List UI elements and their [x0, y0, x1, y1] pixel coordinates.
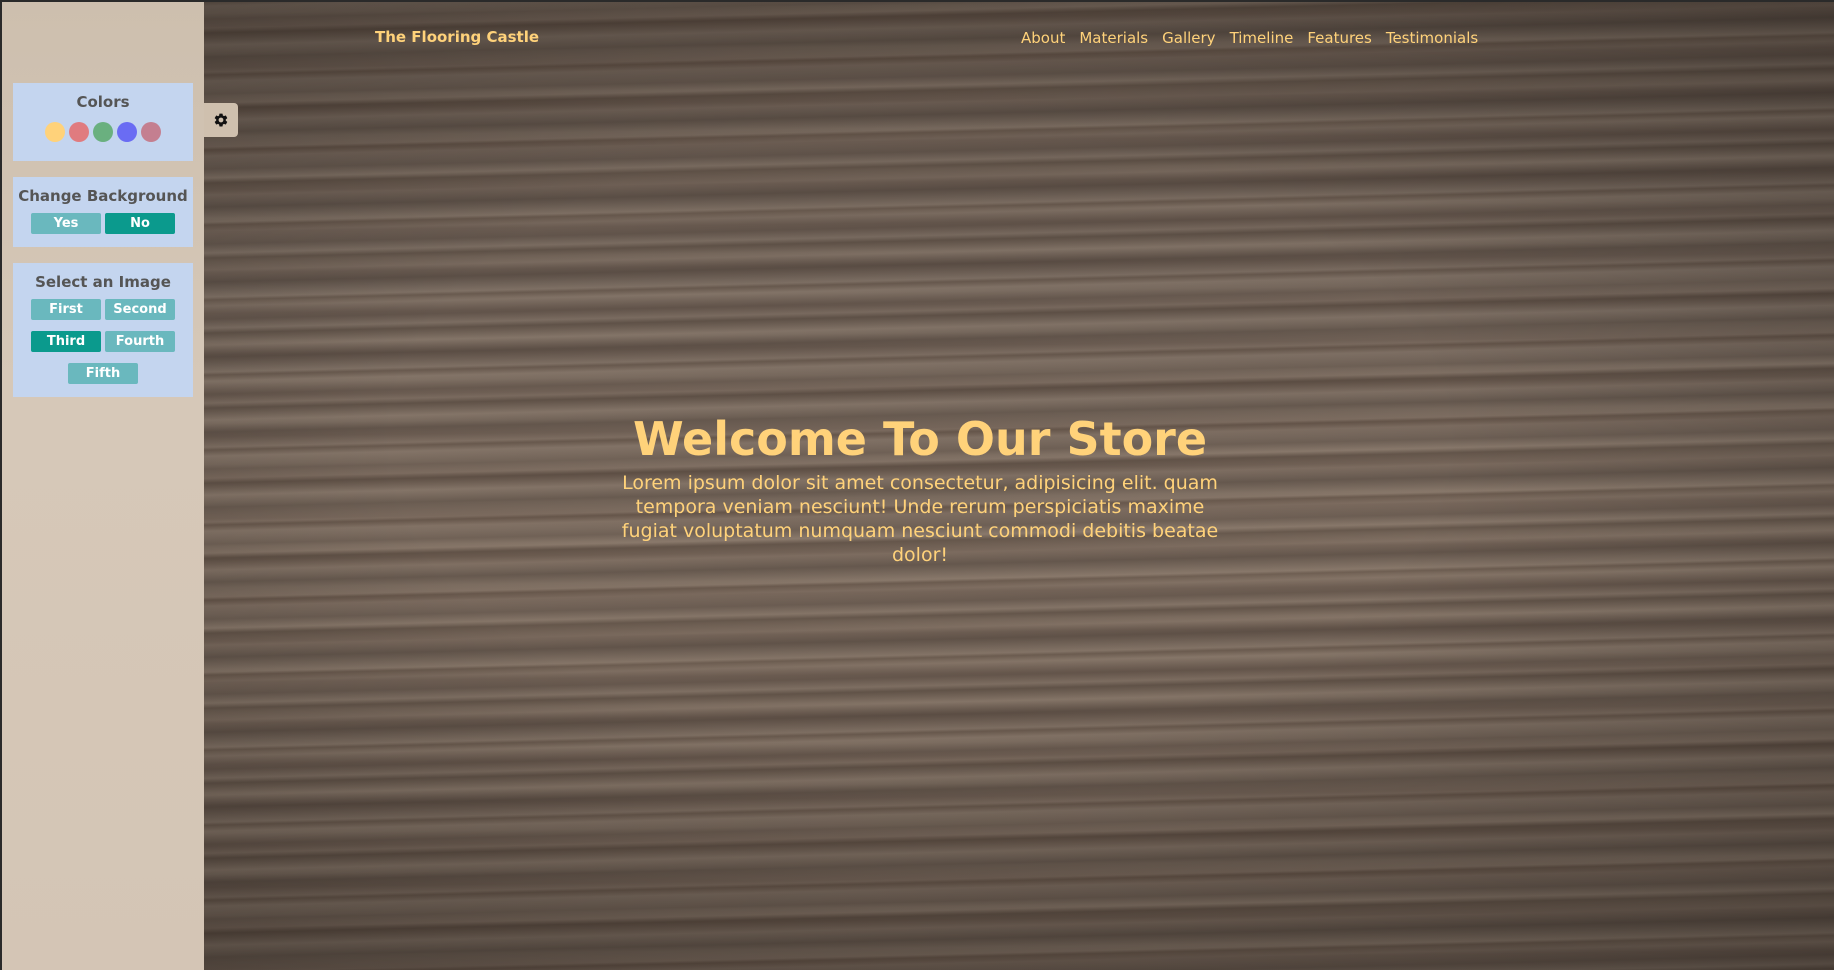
nav-gallery[interactable]: Gallery [1162, 29, 1215, 47]
nav-testimonials[interactable]: Testimonials [1386, 29, 1478, 47]
hero-text: Lorem ipsum dolor sit amet consectetur, … [621, 472, 1219, 566]
color-swatch-rose[interactable] [141, 122, 161, 142]
main-nav: About Materials Gallery Timeline Feature… [1021, 29, 1478, 47]
nav-timeline[interactable]: Timeline [1230, 29, 1294, 47]
background-panel: Change Background Yes No [13, 177, 193, 247]
image-fourth-button[interactable]: Fourth [105, 331, 175, 352]
hero-content: Welcome To Our Store Lorem ipsum dolor s… [620, 407, 1220, 567]
color-swatches [13, 122, 193, 142]
gear-icon [214, 113, 228, 127]
background-options: Yes No [13, 213, 193, 234]
image-title: Select an Image [35, 273, 171, 291]
background-title: Change Background [18, 187, 188, 205]
image-options-row-2: Third Fourth [13, 331, 193, 352]
nav-about[interactable]: About [1021, 29, 1065, 47]
image-second-button[interactable]: Second [105, 299, 175, 320]
background-yes-button[interactable]: Yes [31, 213, 101, 234]
settings-sidebar: Colors Change Background Yes No Select a… [2, 2, 204, 970]
image-options-row-1: First Second [13, 299, 193, 320]
nav-features[interactable]: Features [1307, 29, 1372, 47]
color-swatch-green[interactable] [93, 122, 113, 142]
image-third-button[interactable]: Third [31, 331, 101, 352]
color-swatch-blue[interactable] [117, 122, 137, 142]
image-first-button[interactable]: First [31, 299, 101, 320]
hero-title: Welcome To Our Store [632, 412, 1208, 466]
color-swatch-red[interactable] [69, 122, 89, 142]
colors-panel: Colors [13, 83, 193, 161]
background-no-button[interactable]: No [105, 213, 175, 234]
page: The Flooring Castle About Materials Gall… [0, 0, 1834, 970]
brand-logo[interactable]: The Flooring Castle [375, 28, 539, 46]
image-options-row-3: Fifth [13, 363, 193, 384]
settings-toggle-button[interactable] [204, 103, 238, 137]
nav-materials[interactable]: Materials [1079, 29, 1148, 47]
image-fifth-button[interactable]: Fifth [68, 363, 138, 384]
colors-title: Colors [76, 93, 130, 111]
image-panel: Select an Image First Second Third Fourt… [13, 263, 193, 397]
color-swatch-yellow[interactable] [45, 122, 65, 142]
